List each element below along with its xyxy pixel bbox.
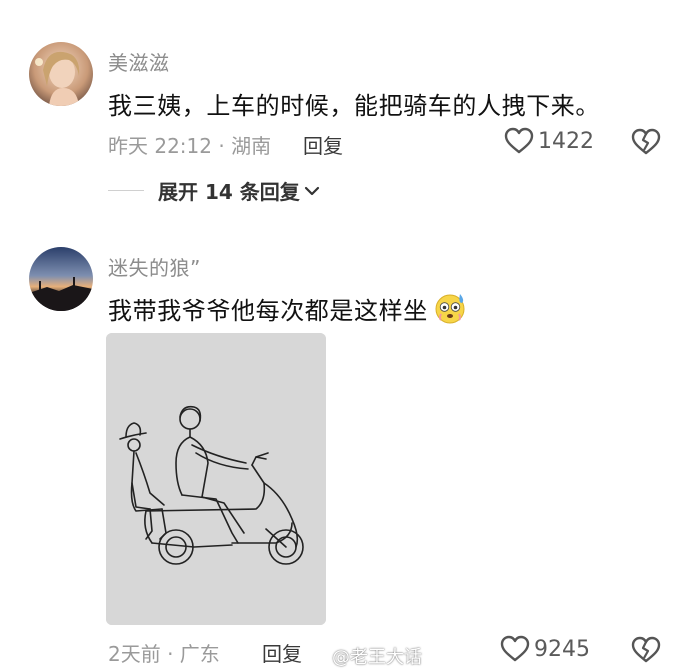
comment-text-row: 我带我爷爷他每次都是这样坐 <box>108 290 468 326</box>
heart-outline-icon <box>500 635 530 662</box>
watermark: @老王大话 <box>306 643 422 669</box>
avatar[interactable] <box>29 247 93 311</box>
comment-username[interactable]: 美滋滋 <box>108 47 170 76</box>
like-count: 9245 <box>534 636 590 662</box>
comment-image[interactable] <box>106 333 326 625</box>
reply-button[interactable]: 回复 <box>303 130 343 159</box>
comments-page: 美滋滋 我三姨，上车的时候，能把骑车的人拽下来。 昨天 22:12 · 湖南 回… <box>0 0 690 672</box>
watermark-text: @老王大话 <box>332 647 422 668</box>
broken-heart-icon <box>631 128 661 155</box>
dislike-button[interactable] <box>631 128 661 160</box>
dislike-button[interactable] <box>631 636 661 668</box>
comment-text: 我三姨，上车的时候，能把骑车的人拽下来。 <box>108 92 600 120</box>
comment-time-location: 昨天 22:12 · 湖南 <box>108 134 272 158</box>
chevron-down-icon <box>304 186 319 195</box>
broken-heart-icon <box>631 636 661 663</box>
avatar-photo-icon <box>29 247 93 311</box>
avatar[interactable] <box>29 42 93 106</box>
scooter-drawing-icon <box>106 333 326 625</box>
comment-username[interactable]: 迷失的狼” <box>108 252 201 281</box>
reply-button[interactable]: 回复 <box>262 638 302 667</box>
like-count: 1422 <box>538 128 594 154</box>
weibo-logo-icon <box>306 648 327 665</box>
expand-replies-button[interactable]: 展开 14 条回复 <box>108 176 320 205</box>
avatar-photo-icon <box>29 42 93 106</box>
divider-line <box>108 190 144 191</box>
like-button[interactable]: 1422 <box>504 127 594 155</box>
comment-text: 我带我爷爷他每次都是这样坐 <box>108 296 428 325</box>
comment-time-location: 2天前 · 广东 <box>108 642 220 666</box>
heart-outline-icon <box>504 127 534 154</box>
expand-replies-label: 展开 14 条回复 <box>158 180 300 204</box>
like-button[interactable]: 9245 <box>500 635 590 663</box>
flushed-sweat-emoji-icon <box>435 294 465 324</box>
